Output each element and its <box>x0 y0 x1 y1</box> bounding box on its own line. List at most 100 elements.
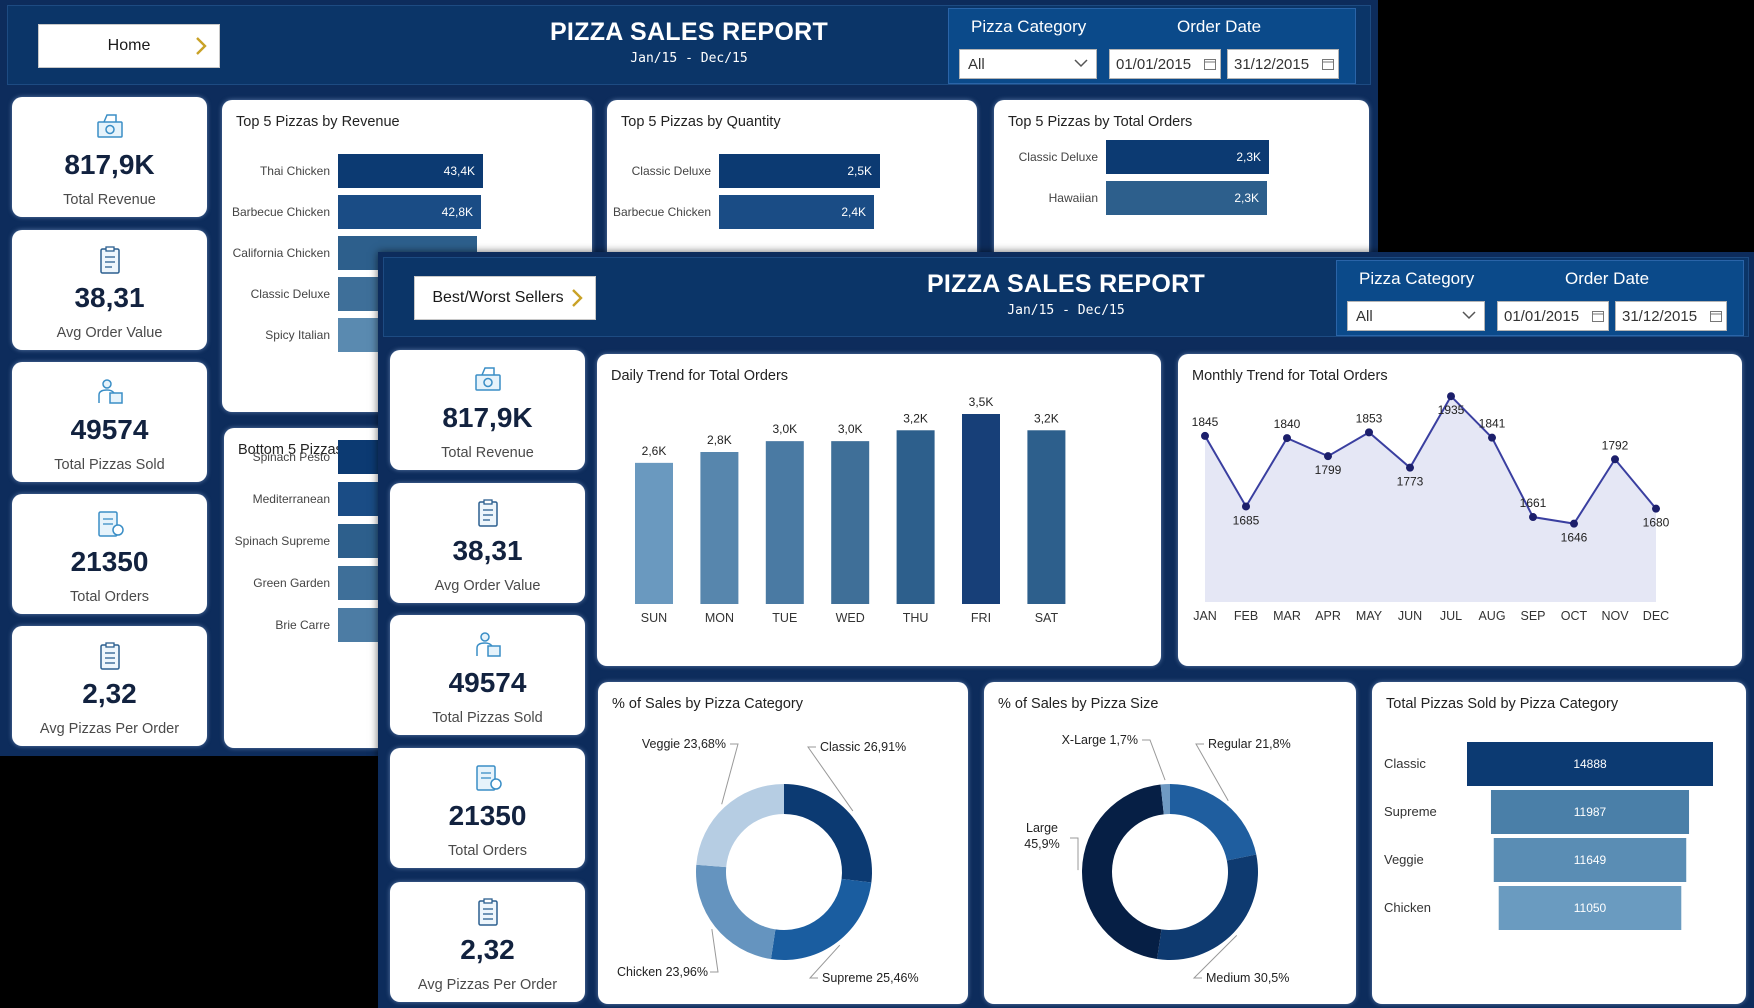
leader-line <box>721 743 739 805</box>
date-from-input[interactable]: 01/01/2015 <box>1497 301 1609 331</box>
data-label: 1792 <box>1602 438 1629 452</box>
calendar-icon[interactable] <box>1322 58 1334 70</box>
kpi-value: 38,31 <box>74 282 145 313</box>
money-icon <box>97 114 123 138</box>
bar-value-label: 2,8K <box>707 433 732 447</box>
kpi-label: Total Revenue <box>63 192 156 208</box>
bar: 2,5K <box>719 154 880 188</box>
order-list-icon <box>98 511 124 537</box>
order-list-icon <box>476 765 502 791</box>
date-filter-label: Order Date <box>1177 17 1262 36</box>
kpi-total-pizzas-sold: 49574 Total Pizzas Sold <box>390 615 585 735</box>
slice-label: 45,9% <box>1024 837 1059 851</box>
size-donut: Regular 21,8% Medium 30,5% Large 45,9% X-Lar… <box>1024 733 1290 985</box>
monthly-trend-chart: Monthly Trend for Total Orders 1845 JAN 16… <box>1178 354 1742 666</box>
daily-bar <box>765 441 804 604</box>
delivery-icon <box>98 379 123 404</box>
nav-button-label: Best/Worst Sellers <box>432 289 564 306</box>
date-from-input[interactable]: 01/01/2015 <box>1109 49 1221 79</box>
kpi-value: 21350 <box>70 546 149 577</box>
kpi-value: 38,31 <box>452 535 523 566</box>
data-point <box>1652 504 1660 513</box>
kpi-avg-pizzas-per-order: 2,32 Avg Pizzas Per Order <box>390 882 585 1002</box>
bar-category-label: Thai Chicken <box>259 164 330 178</box>
kpi-value: 49574 <box>70 414 149 445</box>
donut-slice <box>696 864 776 960</box>
kpi-label: Total Orders <box>70 589 149 605</box>
leader-line <box>1142 739 1166 781</box>
daily-bar <box>1027 430 1066 604</box>
slice-label: X-Large 1,7% <box>1062 733 1138 747</box>
best-worst-sellers-nav-button[interactable]: Best/Worst Sellers <box>414 276 596 320</box>
data-label: 1853 <box>1356 411 1383 425</box>
bar-category-label: California Chicken <box>232 246 330 260</box>
kpi-label: Total Orders <box>448 843 527 859</box>
x-tick-label: THU <box>903 611 929 625</box>
category-filter-label: Pizza Category <box>971 17 1087 36</box>
x-tick-label: JUL <box>1440 609 1462 623</box>
x-tick-label: SEP <box>1520 609 1545 623</box>
bar-category-label: Barbecue Chicken <box>612 205 711 219</box>
category-dropdown[interactable]: All <box>1347 301 1485 331</box>
funnel-category-label: Classic <box>1384 756 1426 771</box>
date-filter-label: Order Date <box>1565 269 1650 288</box>
bar-category-label: Green Garden <box>253 576 330 590</box>
date-to-input[interactable]: 31/12/2015 <box>1615 301 1727 331</box>
chevron-down-icon <box>1074 59 1088 68</box>
kpi-label: Avg Pizzas Per Order <box>39 721 180 737</box>
x-tick-label: NOV <box>1601 609 1629 623</box>
kpi-value: 2,32 <box>82 678 137 709</box>
calendar-icon[interactable] <box>1710 310 1722 322</box>
bar-value-label: 2,6K <box>642 444 667 458</box>
bar-category-label: Spinach Supreme <box>234 534 330 548</box>
kpi-value: 817,9K <box>442 402 533 433</box>
data-point <box>1283 434 1291 443</box>
bar <box>338 482 378 516</box>
data-point <box>1406 463 1414 472</box>
bar-category-label: Hawaiian <box>1048 191 1098 205</box>
funnel-category-label: Chicken <box>1384 900 1431 915</box>
funnel-value-label: 14888 <box>1573 757 1607 771</box>
clipboard-icon <box>100 246 120 274</box>
bar-value-label: 2,4K <box>841 205 866 219</box>
calendar-icon[interactable] <box>1204 58 1216 70</box>
report-header: Home PIZZA SALES REPORT Jan/15 - Dec/15 … <box>7 5 1371 85</box>
chevron-right-icon <box>196 37 207 55</box>
x-tick-label: JUN <box>1398 609 1422 623</box>
x-tick-label: MAY <box>1356 609 1383 623</box>
data-point <box>1201 431 1209 440</box>
slice-label: Chicken 23,96% <box>617 965 708 979</box>
bar-category-label: Mediterranean <box>252 492 330 506</box>
x-tick-label: JAN <box>1193 609 1217 623</box>
category-donut: Classic 26,91% Supreme 25,46% Chicken 23,9… <box>617 737 919 985</box>
home-nav-button[interactable]: Home <box>38 24 220 68</box>
slice-label: Medium 30,5% <box>1206 971 1289 985</box>
kpi-total-revenue: 817,9K Total Revenue <box>12 97 207 217</box>
bar <box>338 566 378 600</box>
x-tick-label: DEC <box>1643 609 1669 623</box>
bar-value-label: 2,5K <box>847 164 872 178</box>
kpi-label: Avg Order Value <box>434 578 541 594</box>
funnel-value-label: 11050 <box>1574 901 1607 915</box>
daily-trend-chart: Daily Trend for Total Orders 2,6K SUN 2,8K… <box>597 354 1161 666</box>
category-filter-label: Pizza Category <box>1359 269 1475 288</box>
bar-value-label: 2,3K <box>1236 150 1261 164</box>
kpi-label: Total Revenue <box>441 445 534 461</box>
bar-value-label: 3,0K <box>838 422 863 436</box>
calendar-icon[interactable] <box>1592 310 1604 322</box>
donut-slice <box>696 784 784 868</box>
report-header: Best/Worst Sellers PIZZA SALES REPORT Ja… <box>383 257 1749 337</box>
data-point <box>1324 452 1332 461</box>
bar-category-label: Classic Deluxe <box>1018 150 1098 164</box>
data-label: 1799 <box>1315 463 1342 477</box>
kpi-label: Total Pizzas Sold <box>54 457 165 473</box>
slice-label: Veggie 23,68% <box>642 737 726 751</box>
bar-value-label: 3,2K <box>903 411 928 425</box>
monthly-trend-plot: 1845 JAN 1685 FEB 1840 MAR 1799 APR 1853 MAY 1773 J… <box>1192 392 1670 623</box>
checklist-icon <box>100 642 120 670</box>
x-tick-label: WED <box>836 611 865 625</box>
x-tick-label: TUE <box>772 611 797 625</box>
funnel-category-label: Supreme <box>1384 804 1437 819</box>
category-dropdown[interactable]: All <box>959 49 1097 79</box>
date-to-input[interactable]: 31/12/2015 <box>1227 49 1339 79</box>
